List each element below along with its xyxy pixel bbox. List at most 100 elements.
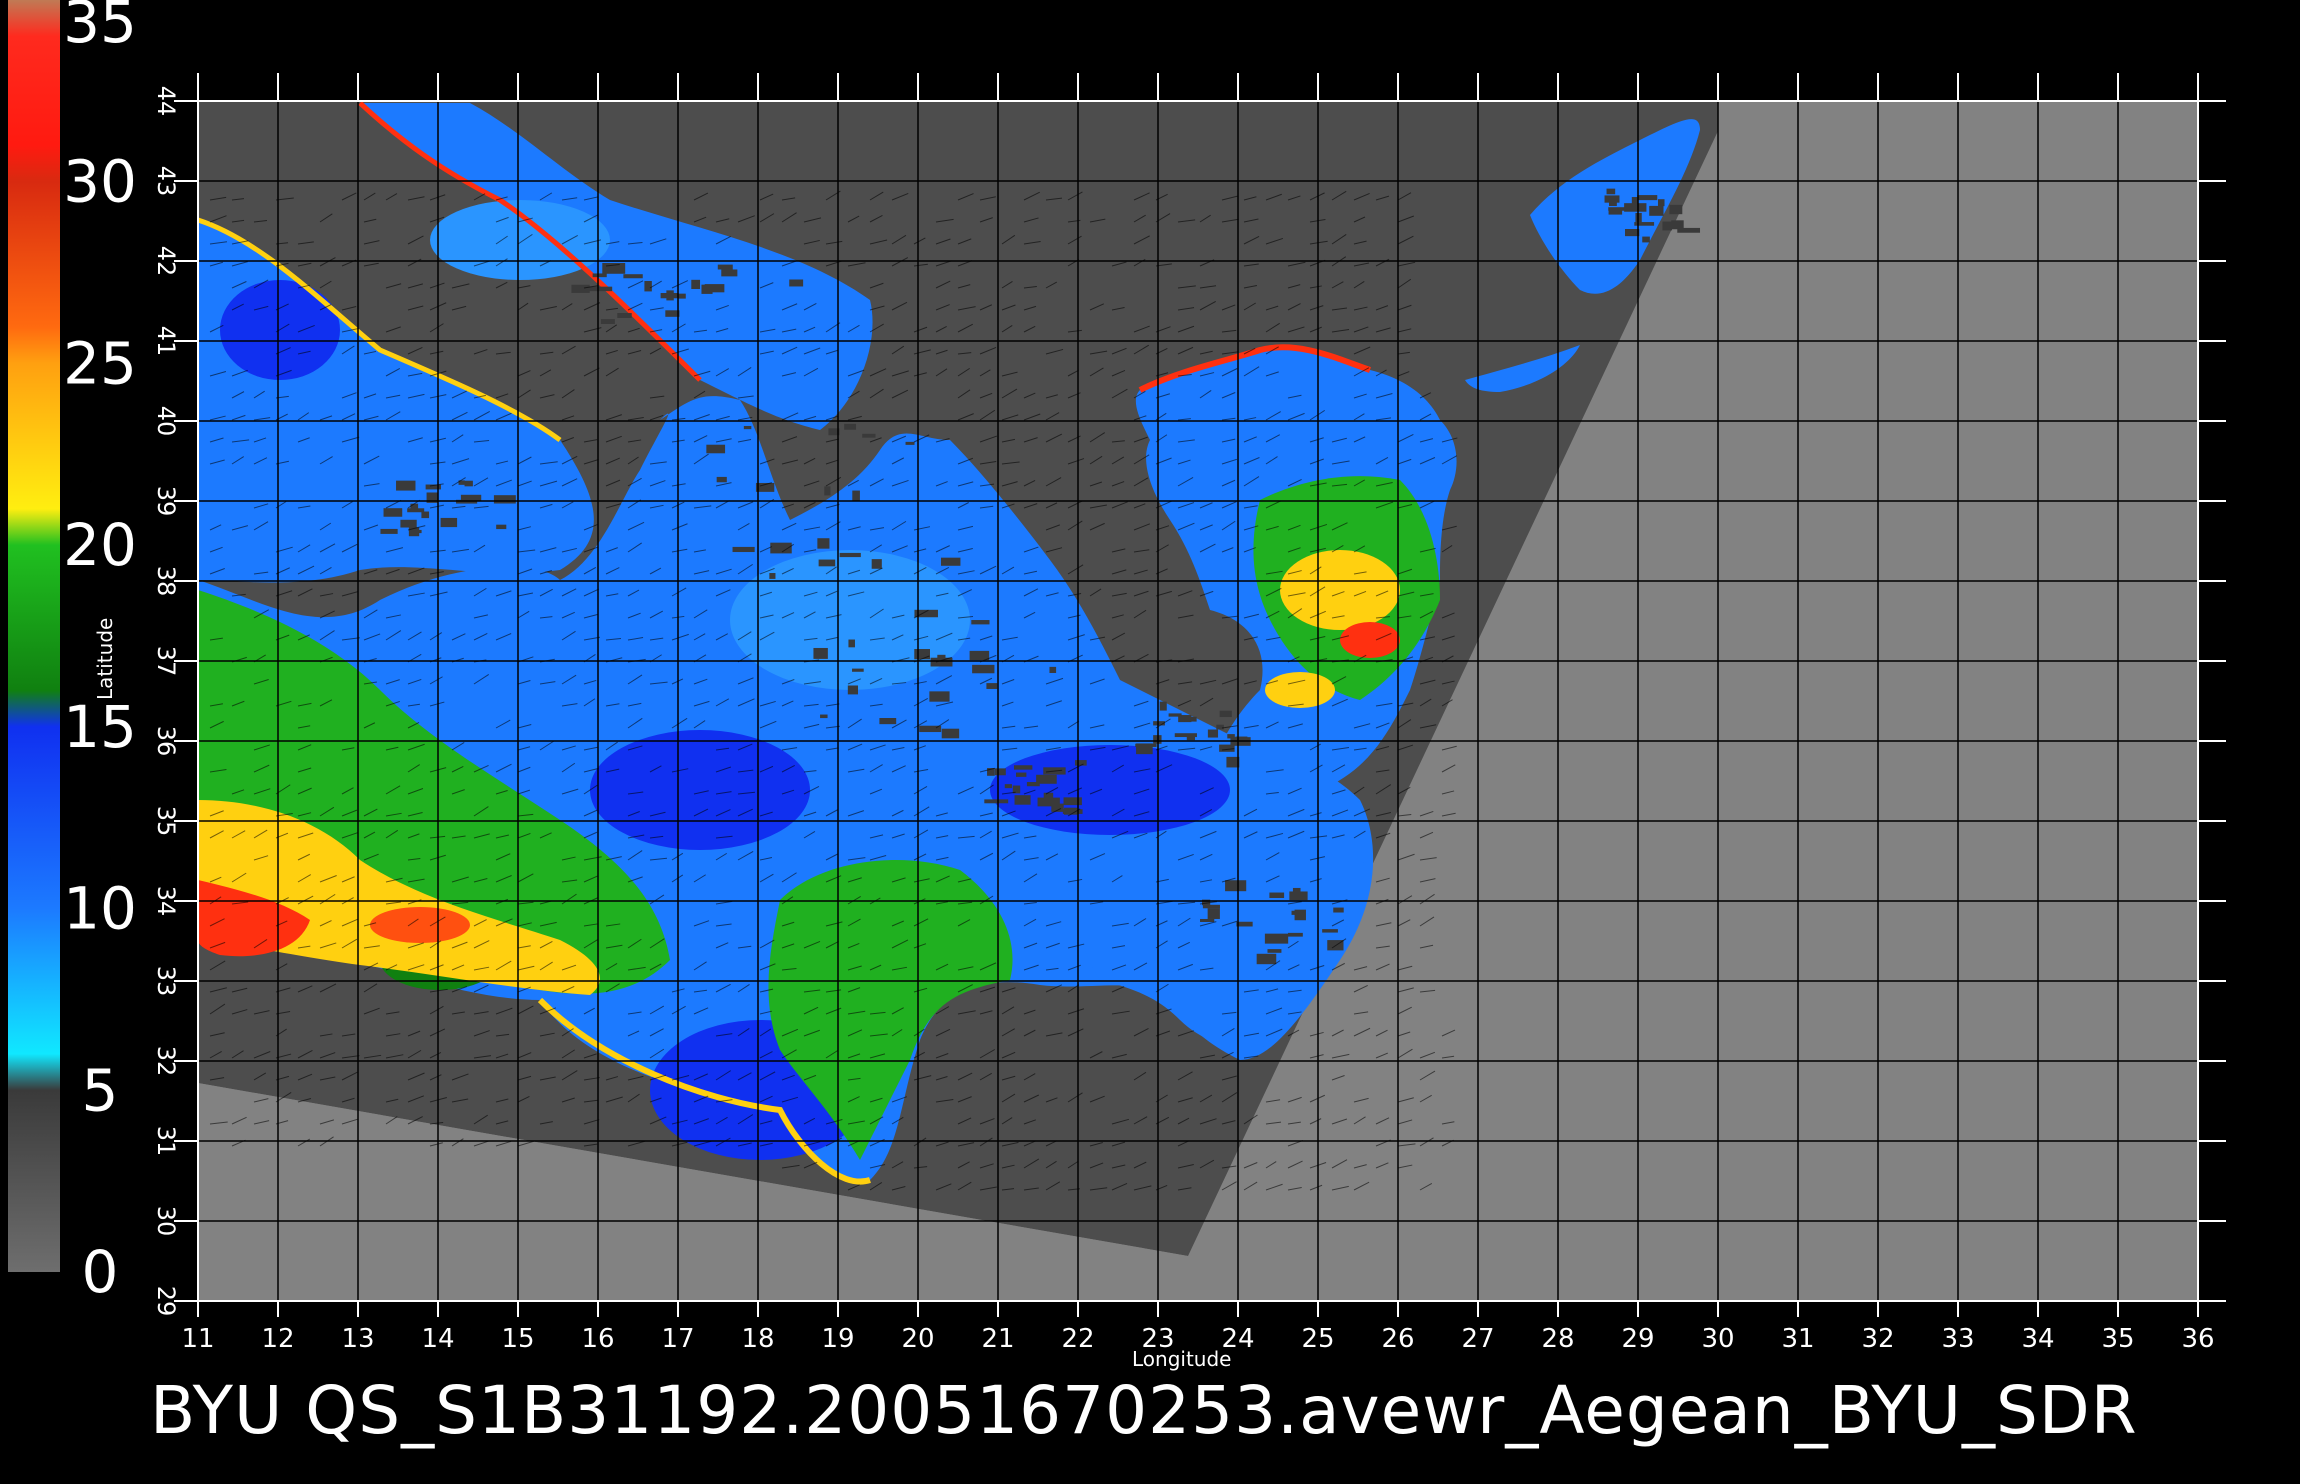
colorbar-tick-label: 30 bbox=[63, 148, 137, 216]
low-wind-speck bbox=[905, 441, 915, 445]
x-tick-label: 33 bbox=[1941, 1324, 1974, 1354]
x-tick-label: 19 bbox=[821, 1324, 854, 1354]
y-tick-label: 35 bbox=[152, 806, 180, 837]
map-plot bbox=[198, 101, 2198, 1301]
y-tick-label: 36 bbox=[152, 726, 180, 757]
colorbar-tick-label: 20 bbox=[63, 511, 137, 579]
low-wind-speck bbox=[400, 519, 417, 528]
x-tick-label: 26 bbox=[1381, 1324, 1414, 1354]
y-tick-label: 38 bbox=[152, 566, 180, 597]
low-wind-speck bbox=[1207, 908, 1220, 919]
y-tick-label: 32 bbox=[152, 1046, 180, 1077]
low-wind-speck bbox=[994, 768, 1006, 776]
product-caption: BYU QS_S1B31192.20051670253.avewr_Aegean… bbox=[150, 1372, 2138, 1449]
low-wind-speck bbox=[813, 647, 828, 659]
low-wind-speck bbox=[717, 264, 733, 270]
low-wind-speck bbox=[716, 476, 727, 483]
wind-yellow-aegean bbox=[1280, 550, 1400, 630]
low-wind-speck bbox=[460, 494, 482, 501]
low-wind-speck bbox=[862, 433, 876, 438]
y-tick-label: 29 bbox=[152, 1286, 180, 1317]
low-wind-speck bbox=[1168, 713, 1182, 717]
low-wind-speck bbox=[571, 284, 590, 293]
x-tick-label: 27 bbox=[1461, 1324, 1494, 1354]
low-wind-speck bbox=[1677, 227, 1701, 233]
low-wind-speck bbox=[1014, 795, 1031, 805]
low-wind-speck bbox=[1026, 782, 1040, 787]
low-wind-speck bbox=[1289, 891, 1308, 901]
y-tick-label: 31 bbox=[152, 1126, 180, 1157]
x-tick-label: 18 bbox=[741, 1324, 774, 1354]
low-wind-speck bbox=[1225, 880, 1247, 892]
low-wind-speck bbox=[600, 319, 615, 324]
low-wind-speck bbox=[914, 649, 930, 660]
low-wind-speck bbox=[971, 620, 990, 625]
figure-canvas: 11 12 13 14 15 16 17 18 19 20 21 22 23 24 25 26 27 28 29 30… bbox=[8, 0, 2226, 1354]
colorbar-tick-label: 15 bbox=[63, 693, 137, 761]
low-wind-speck bbox=[743, 425, 752, 430]
x-tick-label: 12 bbox=[261, 1324, 294, 1354]
x-tick-label: 32 bbox=[1861, 1324, 1894, 1354]
low-wind-speck bbox=[732, 546, 755, 553]
low-wind-speck bbox=[1269, 892, 1285, 898]
low-wind-speck bbox=[848, 639, 855, 648]
x-tick-label: 13 bbox=[341, 1324, 374, 1354]
x-tick-label: 35 bbox=[2101, 1324, 2134, 1354]
low-wind-speck bbox=[617, 313, 632, 318]
low-wind-speck bbox=[1186, 734, 1196, 741]
x-tick-label: 11 bbox=[181, 1324, 214, 1354]
y-tick-label: 34 bbox=[152, 886, 180, 917]
low-wind-speck bbox=[969, 650, 990, 661]
low-wind-speck bbox=[1200, 918, 1215, 923]
low-wind-speck bbox=[644, 281, 652, 292]
colorbar-tick-label: 35 bbox=[63, 0, 137, 56]
low-wind-speck bbox=[464, 480, 473, 487]
x-tick-label: 15 bbox=[501, 1324, 534, 1354]
low-wind-speck bbox=[1606, 188, 1616, 195]
low-wind-speck bbox=[415, 529, 422, 534]
low-wind-speck bbox=[1184, 716, 1197, 722]
low-wind-speck bbox=[789, 279, 804, 287]
x-tick-label: 36 bbox=[2181, 1324, 2214, 1354]
low-wind-speck bbox=[721, 269, 738, 277]
low-wind-speck bbox=[1609, 199, 1617, 206]
low-wind-speck bbox=[941, 728, 960, 739]
low-wind-speck bbox=[940, 557, 961, 566]
x-tick-label: 30 bbox=[1701, 1324, 1734, 1354]
low-wind-speck bbox=[984, 799, 1009, 804]
low-wind-speck bbox=[691, 279, 701, 290]
low-wind-speck bbox=[929, 691, 950, 702]
low-wind-speck bbox=[1264, 933, 1289, 944]
y-tick-label: 40 bbox=[152, 406, 180, 437]
x-tick-label: 31 bbox=[1781, 1324, 1814, 1354]
low-wind-speck bbox=[1219, 710, 1232, 718]
patch-deep bbox=[590, 730, 810, 850]
low-wind-speck bbox=[1322, 929, 1338, 933]
y-axis-title: Latitude bbox=[93, 617, 117, 700]
low-wind-speck bbox=[592, 273, 607, 278]
x-tick-label: 21 bbox=[981, 1324, 1014, 1354]
low-wind-speck bbox=[1207, 729, 1219, 738]
low-wind-speck bbox=[879, 717, 897, 725]
x-tick-label: 17 bbox=[661, 1324, 694, 1354]
low-wind-speck bbox=[677, 293, 686, 299]
colorbar-tick-label: 10 bbox=[63, 875, 137, 943]
x-tick-label: 20 bbox=[901, 1324, 934, 1354]
low-wind-speck bbox=[852, 490, 860, 502]
low-wind-speck bbox=[496, 524, 507, 530]
colorbar-tick-label: 25 bbox=[63, 329, 137, 397]
low-wind-speck bbox=[1657, 199, 1665, 207]
low-wind-speck bbox=[844, 423, 857, 430]
y-tick-label: 42 bbox=[152, 246, 180, 277]
x-tick-label: 22 bbox=[1061, 1324, 1094, 1354]
low-wind-speck bbox=[588, 286, 613, 292]
low-wind-speck bbox=[820, 714, 828, 719]
x-tick-label: 25 bbox=[1301, 1324, 1334, 1354]
low-wind-speck bbox=[1136, 743, 1153, 755]
low-wind-speck bbox=[1649, 205, 1664, 216]
low-wind-speck bbox=[1063, 797, 1082, 806]
low-wind-speck bbox=[1671, 220, 1684, 230]
colorbar-tick-label: 5 bbox=[82, 1056, 119, 1124]
y-tick-label: 30 bbox=[152, 1206, 180, 1237]
low-wind-speck bbox=[1669, 204, 1683, 215]
